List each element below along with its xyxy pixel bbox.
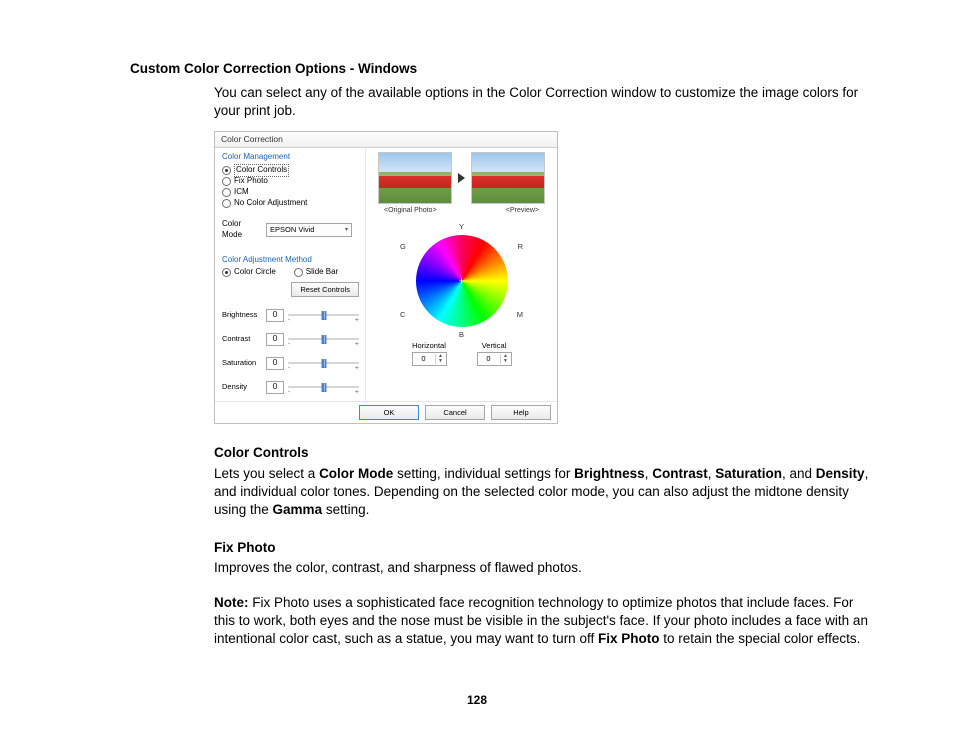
intro-text: You can select any of the available opti… — [214, 84, 874, 120]
radio-fix-photo[interactable]: Fix Photo — [222, 176, 359, 187]
slider-saturation[interactable]: Saturation 0 -+ — [222, 351, 359, 375]
slider-density[interactable]: Density 0 -+ — [222, 375, 359, 399]
radio-dot-icon — [222, 199, 231, 208]
radio-dot-icon — [222, 177, 231, 186]
slider-contrast[interactable]: Contrast 0 -+ — [222, 327, 359, 351]
original-photo-thumbnail — [378, 152, 452, 204]
group-adjustment-method: Color Adjustment Method — [222, 255, 359, 266]
arrow-right-icon — [458, 173, 465, 183]
radio-icm[interactable]: ICM — [222, 187, 359, 198]
radio-color-circle[interactable]: Color Circle — [222, 267, 276, 278]
term-color-controls: Color Controls — [214, 444, 874, 462]
brightness-value[interactable]: 0 — [266, 309, 284, 322]
def-color-controls: Lets you select a Color Mode setting, in… — [214, 465, 874, 520]
stepper-horizontal[interactable]: 0 ▲▼ — [412, 352, 447, 366]
label-horizontal: Horizontal — [412, 341, 447, 351]
radio-dot-icon — [222, 166, 231, 175]
term-fix-photo: Fix Photo — [214, 539, 874, 557]
chevron-down-icon: ▾ — [345, 226, 348, 234]
reset-controls-button[interactable]: Reset Controls — [291, 282, 359, 297]
cancel-button[interactable]: Cancel — [425, 405, 485, 420]
contrast-value[interactable]: 0 — [266, 333, 284, 346]
radio-dot-icon — [222, 268, 231, 277]
radio-dot-icon — [222, 188, 231, 197]
caption-original: <Original Photo> — [384, 206, 437, 215]
dialog-title: Color Correction — [215, 132, 557, 148]
combo-color-mode[interactable]: EPSON Vivid ▾ — [266, 223, 352, 237]
page-number: 128 — [0, 692, 954, 708]
slider-brightness[interactable]: Brightness 0 -+ — [222, 303, 359, 327]
radio-color-controls[interactable]: Color Controls — [222, 165, 359, 176]
color-wheel[interactable]: Y R G M C B — [372, 224, 551, 339]
note-fix-photo: Note: Fix Photo uses a sophisticated fac… — [214, 594, 874, 649]
group-color-management: Color Management — [222, 152, 359, 163]
caption-preview: <Preview> — [506, 206, 539, 215]
page-title: Custom Color Correction Options - Window… — [130, 60, 894, 78]
spinner-arrows-icon[interactable]: ▲▼ — [500, 354, 511, 364]
density-value[interactable]: 0 — [266, 381, 284, 394]
spinner-arrows-icon[interactable]: ▲▼ — [435, 354, 446, 364]
radio-no-color-adjustment[interactable]: No Color Adjustment — [222, 198, 359, 209]
ok-button[interactable]: OK — [359, 405, 419, 420]
preview-photo-thumbnail — [471, 152, 545, 204]
label-color-mode: Color Mode — [222, 219, 262, 241]
label-vertical: Vertical — [477, 341, 512, 351]
saturation-value[interactable]: 0 — [266, 357, 284, 370]
help-button[interactable]: Help — [491, 405, 551, 420]
def-fix-photo: Improves the color, contrast, and sharpn… — [214, 559, 874, 577]
radio-dot-icon — [294, 268, 303, 277]
stepper-vertical[interactable]: 0 ▲▼ — [477, 352, 512, 366]
screenshot-dialog: Color Correction Color Management Color … — [214, 131, 558, 425]
radio-slide-bar[interactable]: Slide Bar — [294, 267, 338, 278]
